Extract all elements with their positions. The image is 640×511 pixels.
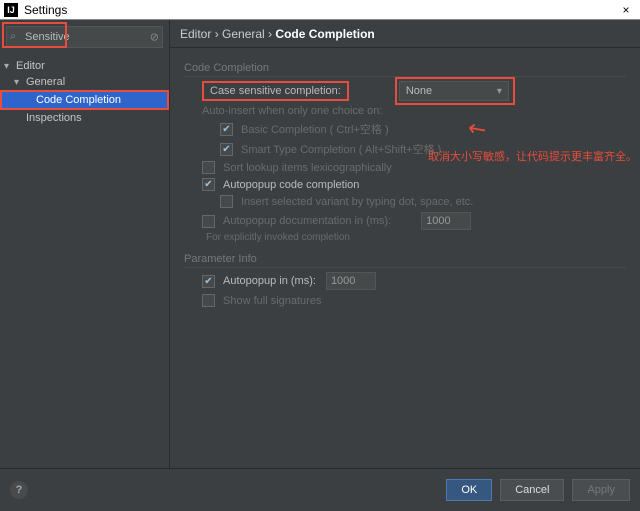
tree-label: General [26, 76, 65, 88]
window-title: Settings [24, 3, 616, 17]
tree-label: Inspections [26, 112, 82, 124]
settings-tree: ▾ Editor ▾ General Code Completion Inspe… [0, 54, 169, 126]
label-auto-insert: Auto-insert when only one choice on: [202, 105, 626, 117]
label-sort-lex: Sort lookup items lexicographically [223, 162, 392, 174]
checkbox-smart-completion[interactable] [220, 143, 233, 156]
apply-button[interactable]: Apply [572, 479, 630, 501]
chevron-down-icon: ▾ [4, 61, 16, 72]
checkbox-sort-lex[interactable] [202, 161, 215, 174]
label-autopopup-code: Autopopup code completion [223, 179, 359, 191]
label-insert-variant: Insert selected variant by typing dot, s… [241, 196, 473, 208]
input-autopopup-doc-ms[interactable] [421, 212, 471, 230]
dropdown-value: None [406, 85, 432, 97]
label-autopopup-doc: Autopopup documentation in (ms): [223, 215, 391, 227]
breadcrumb-part: Editor [180, 27, 211, 41]
content-panel: Editor › General › Code Completion Code … [170, 20, 640, 468]
search-icon: ⌕ [10, 31, 16, 44]
clear-search-icon[interactable]: ⊘ [150, 31, 159, 44]
chevron-down-icon: ▾ [497, 86, 502, 97]
case-sensitive-dropdown[interactable]: None ▾ [399, 81, 509, 101]
label-autopopup-in: Autopopup in (ms): [223, 275, 316, 287]
hint-autopopup-doc: For explicitly invoked completion [206, 232, 626, 243]
section-code-completion: Code Completion [184, 62, 626, 77]
titlebar: IJ Settings × [0, 0, 640, 20]
checkbox-basic-completion[interactable] [220, 123, 233, 136]
label-smart-completion: Smart Type Completion ( Alt+Shift+空格 ) [241, 141, 441, 157]
ok-button[interactable]: OK [446, 479, 492, 501]
close-icon[interactable]: × [616, 3, 636, 17]
cancel-button[interactable]: Cancel [500, 479, 564, 501]
sidebar: ⌕ ⊘ ▾ Editor ▾ General Code Completion I… [0, 20, 170, 468]
label-show-signatures: Show full signatures [223, 295, 321, 307]
label-case-sensitive: Case sensitive completion: [210, 85, 341, 97]
app-icon: IJ [4, 3, 18, 17]
section-parameter-info: Parameter Info [184, 253, 626, 268]
breadcrumb-part: General [222, 27, 265, 41]
search-input[interactable] [6, 26, 163, 48]
tree-item-general[interactable]: ▾ General [0, 74, 169, 90]
tree-item-inspections[interactable]: Inspections [0, 110, 169, 126]
checkbox-autopopup-doc[interactable] [202, 215, 215, 228]
tree-item-editor[interactable]: ▾ Editor [0, 58, 169, 74]
chevron-down-icon: ▾ [14, 77, 26, 88]
breadcrumb: Editor › General › Code Completion [170, 20, 640, 48]
input-autopopup-in-ms[interactable] [326, 272, 376, 290]
tree-label: Code Completion [36, 94, 121, 106]
annotation-frame-case-sensitive: Case sensitive completion: [202, 81, 349, 101]
label-basic-completion: Basic Completion ( Ctrl+空格 ) [241, 121, 389, 137]
help-icon[interactable]: ? [10, 481, 28, 499]
checkbox-autopopup-code[interactable] [202, 178, 215, 191]
search-wrap: ⌕ ⊘ [0, 20, 169, 54]
tree-label: Editor [16, 60, 45, 72]
breadcrumb-current: Code Completion [275, 27, 374, 41]
checkbox-autopopup-in[interactable] [202, 275, 215, 288]
tree-item-code-completion[interactable]: Code Completion [0, 90, 169, 110]
dialog-footer: ? OK Cancel Apply [0, 468, 640, 510]
checkbox-insert-variant[interactable] [220, 195, 233, 208]
checkbox-show-signatures[interactable] [202, 294, 215, 307]
